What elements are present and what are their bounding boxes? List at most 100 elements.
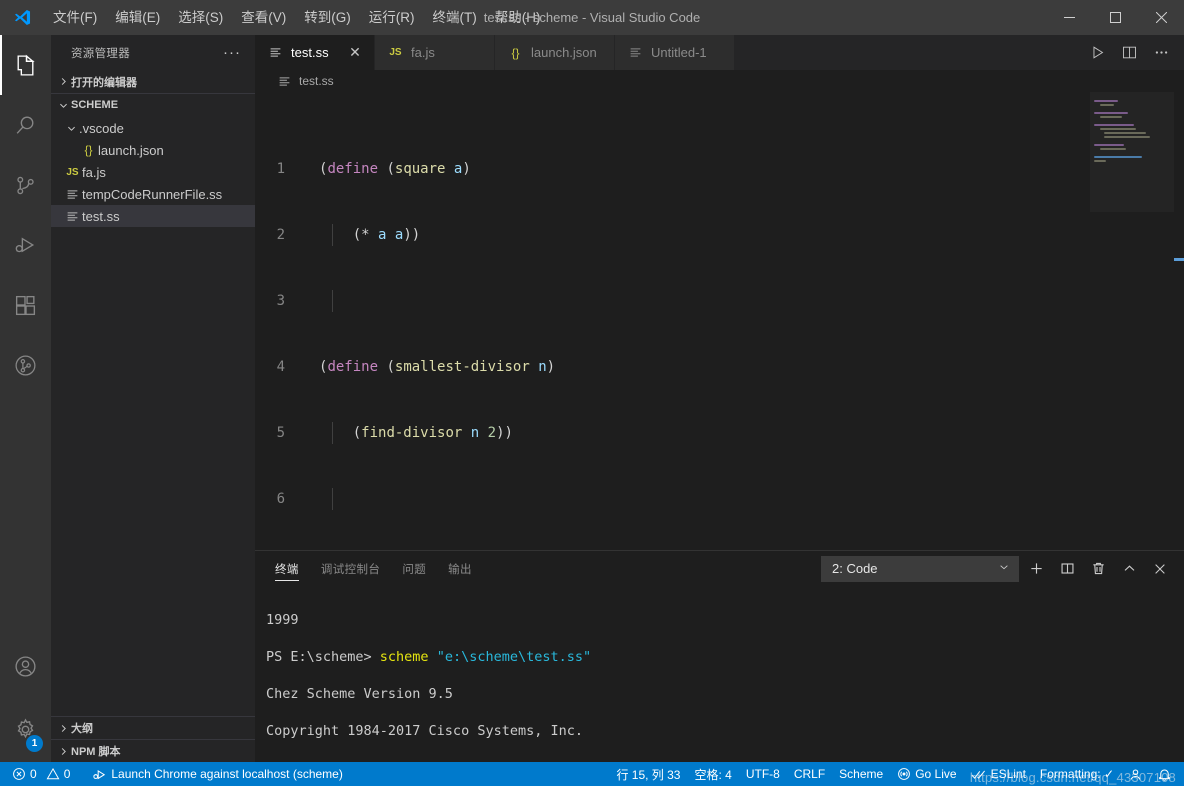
outline-label: 大纲 (71, 723, 93, 735)
panel-tab-problems[interactable]: 问题 (402, 551, 426, 586)
terminal-prompt: PS E:\scheme> (266, 648, 380, 665)
tree-item-fa-js[interactable]: JS fa.js (51, 161, 255, 183)
status-account-icon[interactable] (1121, 762, 1150, 786)
tab-untitled-1[interactable]: Untitled-1 (615, 35, 735, 70)
line-number: 2 (276, 227, 285, 243)
status-go-live[interactable]: Go Live (890, 762, 963, 786)
terminal-output[interactable]: 1999 PS E:\scheme> scheme "e:\scheme\tes… (255, 586, 1184, 762)
line-number: 5 (276, 425, 285, 441)
close-panel-icon[interactable] (1146, 555, 1174, 583)
line-text: (* a a)) (352, 227, 421, 243)
tab-fa-js[interactable]: JS fa.js (375, 35, 495, 70)
panel-tab-output[interactable]: 输出 (448, 551, 472, 586)
error-count: 0 (30, 767, 37, 781)
activity-search-icon[interactable] (0, 95, 51, 155)
terminal-line: Copyright 1984-2017 Cisco Systems, Inc. (266, 722, 1184, 741)
title-bar: 文件(F) 编辑(E) 选择(S) 查看(V) 转到(G) 运行(R) 终端(T… (0, 0, 1184, 35)
code-editor[interactable]: 1 (define (square a) 2 (* a a)) 3 4 (def… (255, 92, 1184, 550)
more-actions-icon[interactable] (1146, 35, 1176, 70)
activity-extensions-icon[interactable] (0, 275, 51, 335)
maximize-button[interactable] (1092, 0, 1138, 35)
tree-item-launch-json[interactable]: {} launch.json (51, 139, 255, 161)
run-code-icon[interactable] (1082, 35, 1112, 70)
bottom-panel: 终端 调试控制台 问题 输出 2: Code 1999 PS E:\scheme… (255, 550, 1184, 762)
status-language-mode[interactable]: Scheme (832, 762, 890, 786)
terminal-selector-value: 2: Code (832, 561, 878, 576)
split-editor-icon[interactable] (1114, 35, 1144, 70)
status-encoding[interactable]: UTF-8 (739, 762, 787, 786)
scheme-file-icon (275, 75, 294, 88)
error-icon (13, 768, 25, 780)
run-debug-icon (93, 769, 106, 779)
tab-launch-json[interactable]: {} launch.json (495, 35, 615, 70)
indent-guide (332, 488, 333, 510)
tree-item-test-ss[interactable]: test.ss (51, 205, 255, 227)
section-project-scheme[interactable]: SCHEME (51, 93, 255, 116)
menu-go[interactable]: 转到(G) (295, 0, 360, 35)
activity-source-control-icon[interactable] (0, 155, 51, 215)
menu-terminal[interactable]: 终端(T) (424, 0, 486, 35)
new-terminal-icon[interactable] (1022, 555, 1050, 583)
warning-icon (46, 767, 60, 780)
terminal-command: scheme (379, 648, 429, 665)
activity-account-icon[interactable] (0, 636, 51, 696)
project-label: SCHEME (71, 99, 119, 111)
formatting-label: Formatting: ✓ (1039, 767, 1114, 781)
line-text (306, 290, 327, 312)
status-notifications-bell-icon[interactable] (1150, 762, 1184, 786)
activity-explorer-icon[interactable] (0, 35, 51, 95)
section-open-editors[interactable]: 打开的编辑器 (51, 70, 255, 93)
terminal-argument: "e:\scheme\test.ss" (436, 648, 592, 665)
menu-run[interactable]: 运行(R) (360, 0, 424, 35)
javascript-file-icon: JS (66, 166, 79, 178)
line-text: (define (smallest-divisor n) (319, 359, 556, 375)
panel-tab-terminal[interactable]: 终端 (275, 551, 299, 586)
tab-close-icon[interactable]: ✕ (346, 44, 364, 61)
activity-bar: 1 (0, 35, 51, 762)
tab-bar: test.ss ✕ JS fa.js {} launch.json Untitl… (255, 35, 1184, 70)
menu-help[interactable]: 帮助(H) (486, 0, 550, 35)
menu-selection[interactable]: 选择(S) (169, 0, 232, 35)
breadcrumb[interactable]: test.ss (255, 70, 1184, 92)
line-number: 4 (276, 359, 285, 375)
terminal-selector-dropdown[interactable]: 2: Code (821, 555, 1019, 582)
status-indentation[interactable]: 空格: 4 (687, 762, 738, 786)
maximize-panel-chevron-up-icon[interactable] (1115, 555, 1143, 583)
activity-git-graph-icon[interactable] (0, 335, 51, 395)
code-line: 6 (255, 488, 1184, 510)
menu-view[interactable]: 查看(V) (232, 0, 295, 35)
status-eol[interactable]: CRLF (787, 762, 832, 786)
tree-item-tempcoderunnerfile-ss[interactable]: tempCodeRunnerFile.ss (51, 183, 255, 205)
status-bar: 0 0 Launch Chrome against localhost (sch… (0, 762, 1184, 786)
split-terminal-icon[interactable] (1053, 555, 1081, 583)
menu-edit[interactable]: 编辑(E) (106, 0, 169, 35)
status-formatting[interactable]: Formatting: ✓ (1033, 762, 1121, 786)
chevron-right-icon (55, 746, 71, 757)
menu-file[interactable]: 文件(F) (44, 0, 106, 35)
tree-item-vscode-folder[interactable]: .vscode (51, 117, 255, 139)
kill-terminal-trash-icon[interactable] (1084, 555, 1112, 583)
code-content: 1 (define (square a) 2 (* a a)) 3 4 (def… (255, 92, 1184, 550)
terminal-text: 1999 (266, 611, 299, 628)
workbench-body: 1 资源管理器 ··· 打开的编辑器 SCHEME .vscode {} lau… (0, 35, 1184, 762)
tab-test-ss[interactable]: test.ss ✕ (255, 35, 375, 70)
panel-tab-debug-console[interactable]: 调试控制台 (321, 551, 381, 586)
launch-config-label: Launch Chrome against localhost (scheme) (111, 767, 343, 781)
section-npm-scripts[interactable]: NPM 脚本 (51, 739, 255, 762)
chevron-down-icon (998, 561, 1010, 576)
status-eslint[interactable]: ESLint (964, 762, 1033, 786)
status-problems[interactable]: 0 0 (0, 762, 77, 786)
code-line: 3 (255, 290, 1184, 312)
scheme-file-icon (63, 210, 82, 223)
section-outline[interactable]: 大纲 (51, 716, 255, 739)
line-number: 3 (276, 293, 285, 309)
close-button[interactable] (1138, 0, 1184, 35)
plaintext-file-icon (626, 46, 645, 59)
activity-settings-gear-icon[interactable]: 1 (0, 696, 51, 762)
status-cursor-position[interactable]: 行 15, 列 33 (609, 762, 687, 786)
status-launch-config[interactable]: Launch Chrome against localhost (scheme) (85, 762, 349, 786)
sidebar-more-actions-icon[interactable]: ··· (223, 44, 249, 61)
activity-run-debug-icon[interactable] (0, 215, 51, 275)
minimize-button[interactable] (1046, 0, 1092, 35)
editor-scrollbar[interactable] (1174, 92, 1184, 550)
